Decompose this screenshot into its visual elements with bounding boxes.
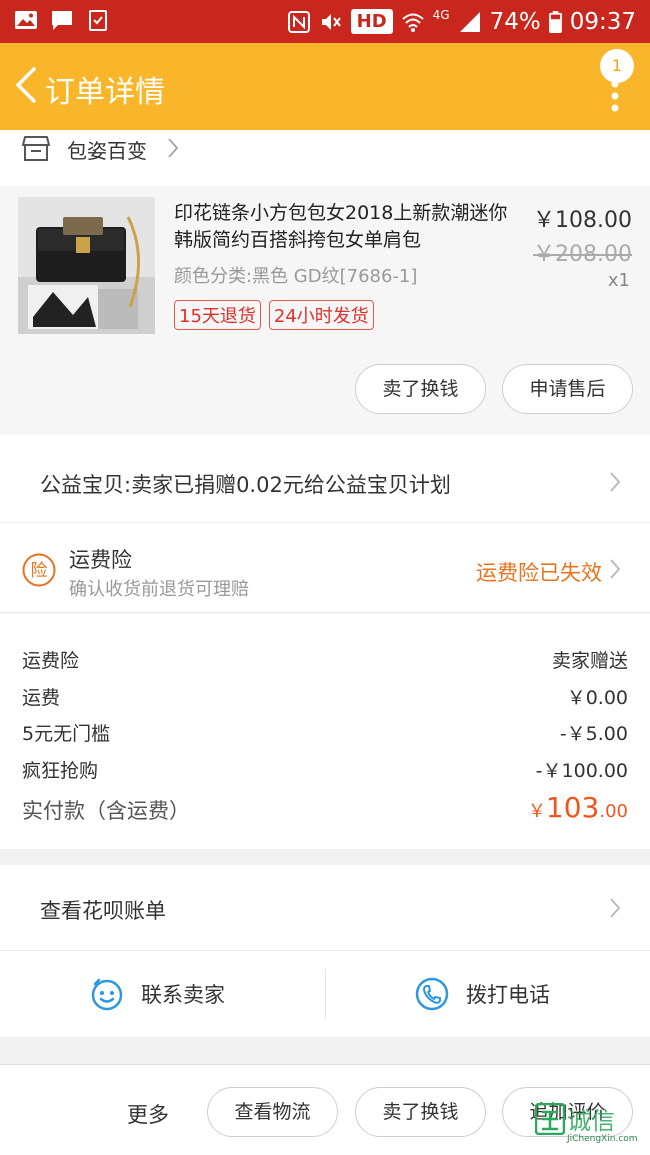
breakdown-label: 疯狂抢购 [22,760,99,782]
breakdown-row: 5元无门槛 -￥5.00 [22,719,628,747]
message-icon [52,11,72,30]
product-image[interactable] [18,197,155,334]
total-amount: ￥103.00 [527,791,628,824]
after-sale-button[interactable]: 申请售后 [502,364,633,414]
watermark-url: JiChengXin.com [567,1134,638,1144]
view-logistics-button[interactable]: 查看物流 [207,1087,338,1137]
shop-icon [22,136,50,161]
app-header: 订单详情 1 [0,43,650,130]
huabei-bill-row[interactable]: 查看花呗账单 [0,865,650,951]
call-button[interactable]: 拨打电话 [414,951,550,1037]
product-price: ￥108.00 [533,208,632,233]
product-spec: 颜色分类:黑色 GD纹[7686-1] [174,266,418,287]
shop-name: 包姿百变 [67,139,147,163]
hd-badge: HD [350,9,393,34]
shipping-insurance-row[interactable]: 险 运费险 确认收货前退货可理赔 运费险已失效 [0,523,650,613]
breakdown-row: 疯狂抢购 -￥100.00 [22,756,628,784]
tag-shipping: 24小时发货 [268,300,374,330]
wifi-icon [401,13,424,32]
sell-for-cash-button[interactable]: 卖了换钱 [355,1087,486,1137]
more-button[interactable]: 更多 [127,1099,169,1129]
breakdown-value: -￥5.00 [559,723,628,745]
battery-percent: 74% [489,8,541,35]
more-vertical-icon[interactable] [610,79,620,113]
product-quantity: x1 [607,270,630,291]
insurance-icon: 险 [22,553,56,587]
chevron-right-icon [168,138,179,158]
huabei-bill-text: 查看花呗账单 [40,899,166,923]
breakdown-row: 运费 ￥0.00 [22,683,628,711]
contact-seller-label: 联系卖家 [141,983,225,1007]
chevron-right-icon [610,898,621,918]
insurance-title: 运费险 [69,548,132,572]
tag-return: 15天退货 [174,300,261,330]
watermark-text: 诚信 [567,1107,615,1135]
chevron-right-icon [610,559,621,579]
gallery-icon [15,11,37,29]
breakdown-value: ￥0.00 [566,687,628,709]
total-row: 实付款（含运费） ￥103.00 [22,791,628,835]
insurance-status: 运费险已失效 [476,561,602,585]
back-arrow-icon[interactable] [12,65,38,105]
breakdown-label: 5元无门槛 [22,723,111,745]
phone-icon [415,977,449,1011]
contact-bar: 联系卖家 拨打电话 [0,951,650,1037]
battery-icon [548,10,562,33]
insurance-subtitle: 确认收货前退货可理赔 [69,579,249,600]
contact-seller-button[interactable]: 联系卖家 [89,951,225,1037]
breakdown-label: 运费 [22,687,61,709]
signal-icon [459,11,480,32]
service-tags: 15天退货 24小时发货 [174,300,374,330]
breakdown-value: 卖家赠送 [551,650,628,672]
nfc-icon [287,10,310,33]
shop-row[interactable]: 包姿百变 [0,130,650,186]
divider [325,969,326,1019]
total-label: 实付款（含运费） [22,799,190,823]
watermark-logo-icon [535,1103,565,1135]
network-type: 4G [432,8,450,22]
original-price: ￥208.00 [533,242,632,267]
svg-text:险: 险 [31,561,48,581]
page-title: 订单详情 [45,75,165,110]
price-breakdown: 运费险 卖家赠送 运费 ￥0.00 5元无门槛 -￥5.00 疯狂抢购 -￥10… [0,613,650,849]
breakdown-row: 运费险 卖家赠送 [22,646,628,674]
watermark: 诚信 JiChengXin.com [533,1097,648,1153]
breakdown-label: 运费险 [22,650,80,672]
call-label: 拨打电话 [466,983,550,1007]
task-check-icon [89,10,107,31]
chat-face-icon [91,978,123,1011]
charity-row[interactable]: 公益宝贝:卖家已捐赠0.02元给公益宝贝计划 [0,435,650,523]
breakdown-value: -￥100.00 [535,760,628,782]
charity-text: 公益宝贝:卖家已捐赠0.02元给公益宝贝计划 [40,473,451,497]
chevron-right-icon [610,472,621,492]
mute-icon [321,13,341,30]
notification-badge[interactable]: 1 [600,49,634,83]
product-title[interactable]: 印花链条小方包包女2018上新款潮迷你韩版简约百搭斜挎包女单肩包 [174,200,519,254]
product-card[interactable]: 印花链条小方包包女2018上新款潮迷你韩版简约百搭斜挎包女单肩包 颜色分类:黑色… [0,186,650,435]
status-bar: HD 4G 74% 09:37 [0,0,650,43]
clock: 09:37 [569,8,636,35]
sell-for-cash-button[interactable]: 卖了换钱 [355,364,486,414]
